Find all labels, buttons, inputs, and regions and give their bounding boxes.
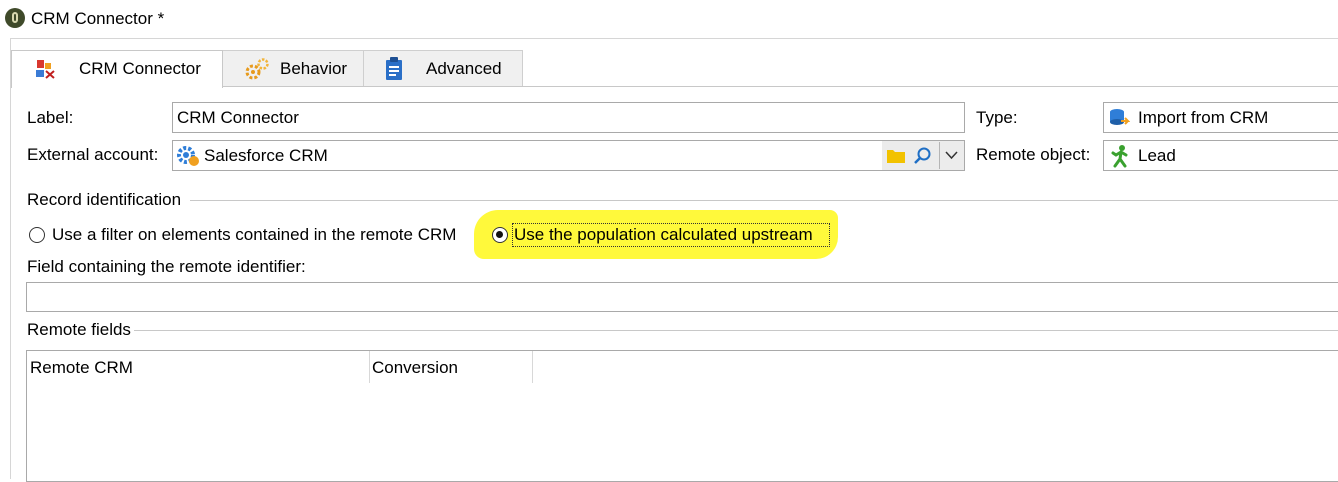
external-account-value: Salesforce CRM (204, 146, 328, 165)
folder-icon[interactable] (886, 147, 906, 164)
type-select-value: Import from CRM (1138, 108, 1269, 127)
gears-icon (245, 58, 269, 80)
remote-object-value: Lead (1138, 146, 1176, 165)
remote-object-select[interactable]: Lead (1103, 140, 1338, 171)
radio-filter-option[interactable] (29, 227, 45, 243)
tab-label: Advanced (426, 59, 502, 78)
app-logo-icon (5, 8, 25, 28)
tab-crm-connector[interactable]: CRM Connector (11, 50, 223, 88)
dropdown-button[interactable] (939, 142, 963, 169)
remote-identifier-caption: Field containing the remote identifier: (27, 257, 306, 276)
label-input-value: CRM Connector (177, 108, 299, 127)
crm-connector-icon (36, 60, 55, 79)
remote-fields-line (130, 330, 1338, 331)
external-account-caption: External account: (27, 145, 159, 164)
column-header-label: Conversion (372, 358, 458, 377)
label-input[interactable]: CRM Connector (172, 102, 965, 133)
tab-behavior[interactable]: Behavior (222, 50, 364, 86)
remote-fields-title: Remote fields (27, 320, 134, 340)
search-icon[interactable] (913, 146, 933, 166)
window-title: CRM Connector * (31, 9, 165, 28)
external-account-icon (177, 146, 199, 166)
radio-population-label: Use the population calculated upstream (514, 225, 813, 244)
tab-label: Behavior (280, 59, 348, 78)
clipboard-icon (386, 57, 402, 80)
radio-population-option[interactable] (492, 227, 508, 243)
label-caption: Label: (27, 108, 74, 127)
type-caption: Type: (976, 108, 1018, 127)
radio-filter-label: Use a filter on elements contained in th… (52, 225, 457, 244)
external-account-field[interactable]: Salesforce CRM (172, 140, 965, 171)
title-bar: CRM Connector * (0, 0, 1338, 38)
tab-label: CRM Connector (79, 59, 201, 78)
column-header-label: Remote CRM (30, 358, 133, 377)
remote-identifier-input[interactable] (26, 282, 1338, 312)
chevron-down-icon (945, 151, 958, 160)
tab-strip: CRM Connector Behavior Advanced (11, 50, 1338, 88)
column-header-remote-crm[interactable]: Remote CRM (27, 351, 370, 383)
record-identification-line (190, 200, 1338, 201)
type-select[interactable]: Import from CRM (1103, 102, 1338, 133)
remote-fields-table[interactable]: Remote CRM Conversion (26, 350, 1338, 482)
database-import-icon (1110, 109, 1130, 125)
lead-person-icon (1111, 145, 1128, 168)
column-header-conversion[interactable]: Conversion (370, 351, 533, 383)
tab-advanced[interactable]: Advanced (363, 50, 523, 86)
record-identification-title: Record identification (27, 190, 185, 210)
remote-object-caption: Remote object: (976, 145, 1091, 164)
